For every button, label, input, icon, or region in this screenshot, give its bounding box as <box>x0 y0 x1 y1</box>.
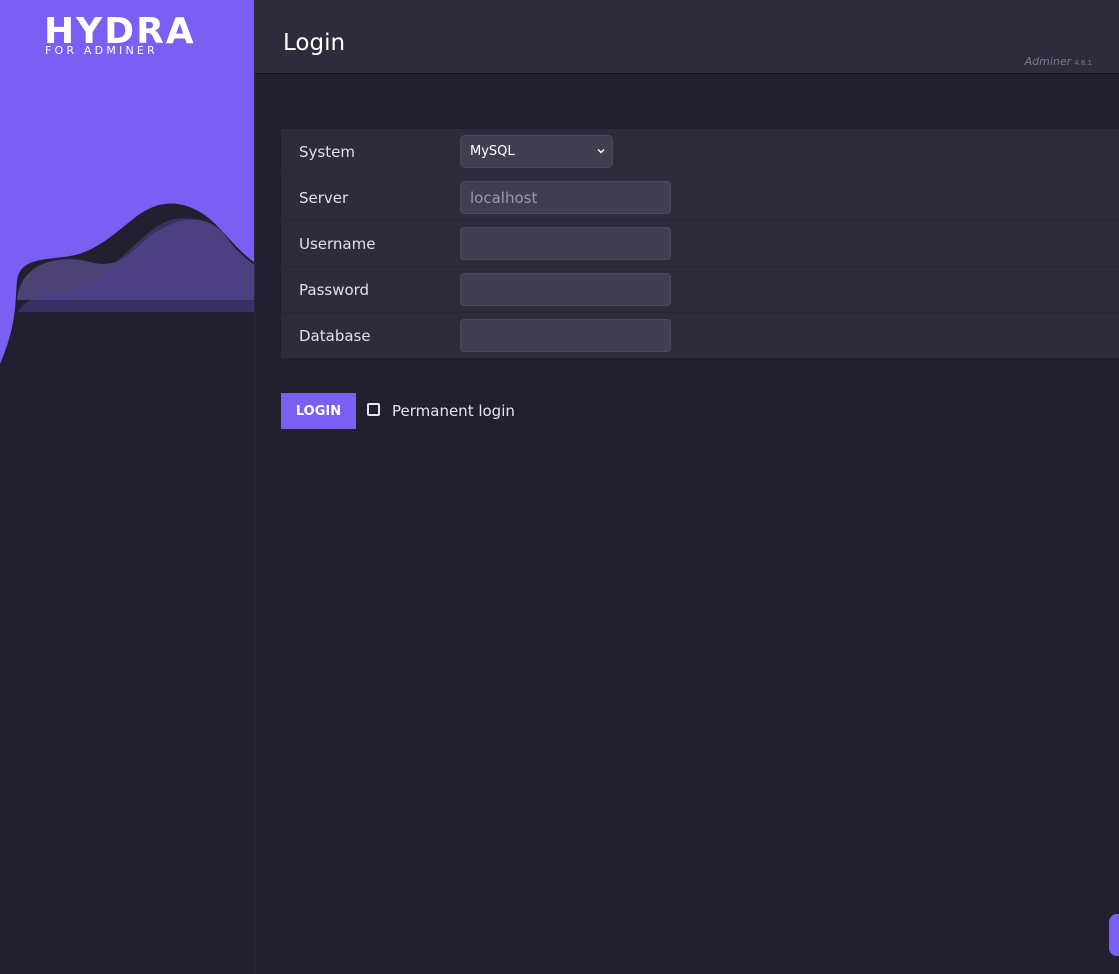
sidebar: HYDRA FOR ADMINER <box>0 0 255 974</box>
form-row-database: Database <box>281 313 1119 358</box>
username-input[interactable] <box>460 227 671 260</box>
hydra-logo[interactable]: HYDRA FOR ADMINER <box>44 14 194 60</box>
app-name-link[interactable]: Adminer <box>1025 55 1072 68</box>
form-row-server: Server <box>281 175 1119 221</box>
username-label: Username <box>299 235 376 253</box>
version-number: 4.8.1 <box>1074 59 1092 67</box>
server-label: Server <box>299 189 349 207</box>
form-row-username: Username <box>281 221 1119 267</box>
page-title: Login <box>283 30 346 56</box>
password-label: Password <box>299 281 370 299</box>
server-input[interactable] <box>460 181 671 214</box>
permanent-login-label[interactable]: Permanent login <box>392 402 515 420</box>
permanent-login-checkbox[interactable] <box>367 403 380 416</box>
system-label: System <box>299 143 355 161</box>
system-select-value: MySQL <box>470 144 515 159</box>
chevron-down-icon <box>597 149 605 154</box>
password-input[interactable] <box>460 273 671 306</box>
form-row-system: System MySQL <box>281 129 1119 175</box>
logo-subtitle: FOR ADMINER <box>45 44 158 57</box>
version-info: Adminer 4.8.1 <box>1025 55 1092 68</box>
floating-side-tab[interactable] <box>1109 914 1119 956</box>
database-input[interactable] <box>460 319 671 352</box>
system-select[interactable]: MySQL <box>460 135 613 168</box>
form-row-password: Password <box>281 267 1119 313</box>
database-label: Database <box>299 327 371 345</box>
page-header: Login Adminer 4.8.1 <box>255 0 1119 74</box>
login-form: System MySQL Server Username Password Da… <box>281 129 1119 358</box>
login-button[interactable]: LOGIN <box>281 393 356 429</box>
